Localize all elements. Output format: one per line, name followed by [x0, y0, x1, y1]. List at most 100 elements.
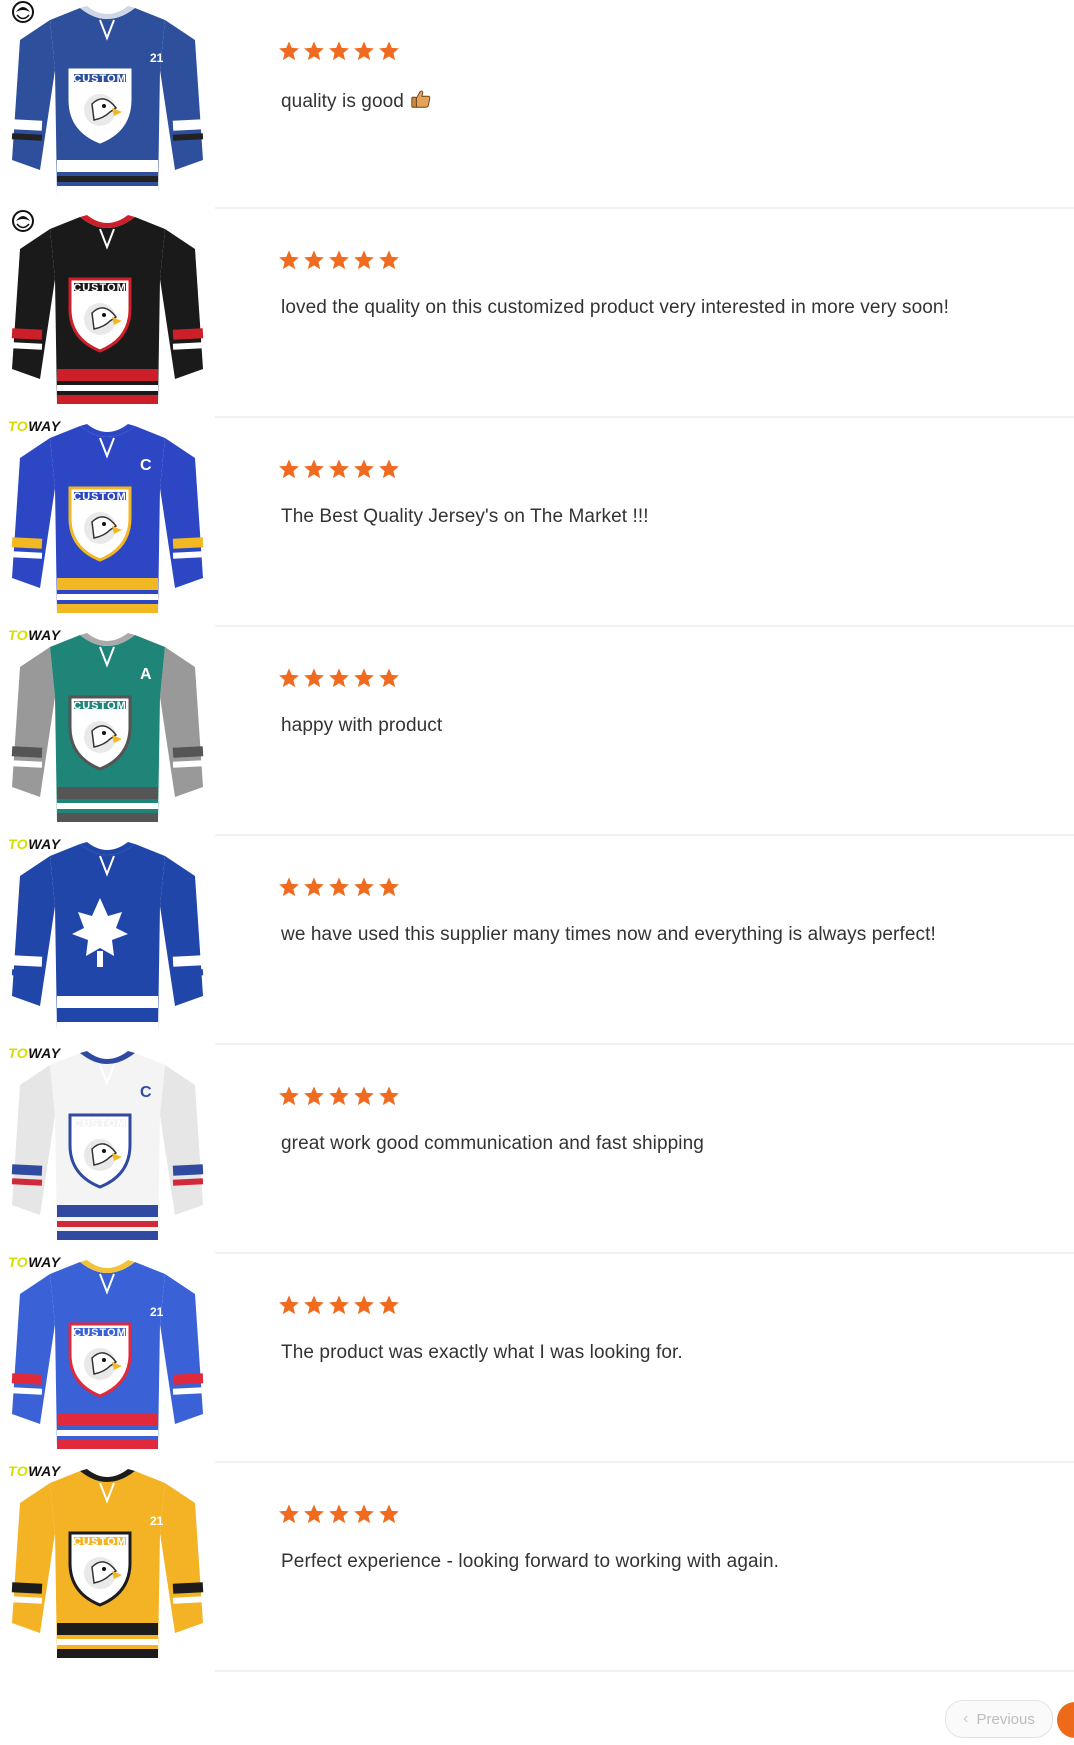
review-item: CUSTOM A TOWAY happy with product	[0, 627, 1074, 836]
thumbs-up-icon	[411, 90, 431, 108]
review-product-thumbnail[interactable]: CUSTOM	[0, 209, 215, 416]
review-text-content: Perfect experience - looking forward to …	[281, 1551, 780, 1572]
brand-logo: TOWAY	[8, 1254, 61, 1270]
review-text-content: The product was exactly what I was looki…	[281, 1342, 683, 1363]
next-page-button[interactable]	[1057, 1702, 1074, 1738]
svg-text:21: 21	[150, 1514, 164, 1528]
jersey-image: CUSTOM C	[11, 1051, 204, 1240]
star-icon	[379, 250, 399, 270]
svg-text:CUSTOM: CUSTOM	[73, 1536, 126, 1548]
review-item: CUSTOM 21 TOWAY Perfect experience - lookin…	[0, 1463, 1074, 1672]
star-icon	[279, 1504, 299, 1524]
brand-logo: TOWAY	[8, 418, 61, 434]
star-icon	[329, 41, 349, 61]
review-product-thumbnail[interactable]: CUSTOM 21 TOWAY	[0, 1254, 215, 1461]
review-text: quality is good	[281, 88, 432, 113]
review-text-content: we have used this supplier many times no…	[281, 924, 936, 945]
star-icon	[279, 1086, 299, 1106]
pagination: ‹ Previous	[945, 1700, 1074, 1745]
star-icon	[304, 877, 324, 897]
star-rating	[278, 458, 400, 480]
review-product-thumbnail[interactable]: CUSTOM C TOWAY	[0, 1045, 215, 1252]
star-icon	[329, 1086, 349, 1106]
svg-text:CUSTOM: CUSTOM	[73, 491, 126, 503]
star-icon	[379, 1504, 399, 1524]
previous-label: Previous	[976, 1710, 1035, 1728]
star-icon	[304, 668, 324, 688]
review-product-thumbnail[interactable]: CUSTOM A TOWAY	[0, 627, 215, 834]
review-text: loved the quality on this customized pro…	[281, 297, 949, 319]
star-icon	[304, 41, 324, 61]
star-icon	[279, 459, 299, 479]
star-rating	[278, 249, 400, 271]
jersey-image: CUSTOM C	[11, 424, 204, 613]
review-text: The Best Quality Jersey's on The Market …	[281, 506, 649, 528]
svg-text:21: 21	[150, 51, 164, 65]
star-icon	[354, 668, 374, 688]
star-icon	[329, 250, 349, 270]
previous-button[interactable]: ‹ Previous	[945, 1700, 1053, 1738]
svg-text:C: C	[140, 1084, 152, 1101]
star-icon	[354, 41, 374, 61]
star-icon	[354, 459, 374, 479]
review-item: CUSTOM loved the quality on this customiz…	[0, 209, 1074, 418]
review-text: Perfect experience - looking forward to …	[281, 1551, 779, 1573]
star-icon	[304, 1504, 324, 1524]
review-text: we have used this supplier many times no…	[281, 924, 936, 946]
review-item: CUSTOM 21 quality is good	[0, 0, 1074, 209]
jersey-image: CUSTOM A	[11, 633, 204, 822]
star-icon	[279, 250, 299, 270]
star-icon	[379, 877, 399, 897]
star-icon	[279, 1295, 299, 1315]
review-item: CUSTOM C TOWAY great work good communicatio…	[0, 1045, 1074, 1254]
jersey-image: CUSTOM 21	[11, 1260, 204, 1449]
star-icon	[379, 1086, 399, 1106]
brand-logo-icon	[11, 209, 35, 233]
svg-text:CUSTOM: CUSTOM	[73, 282, 126, 294]
review-text-content: The Best Quality Jersey's on The Market …	[281, 506, 649, 527]
review-text-content: loved the quality on this customized pro…	[281, 297, 949, 318]
brand-logo: TOWAY	[8, 836, 61, 852]
review-text-content: quality is good	[281, 91, 404, 112]
star-icon	[329, 1504, 349, 1524]
star-rating	[278, 1503, 400, 1525]
svg-text:CUSTOM: CUSTOM	[73, 1327, 126, 1339]
review-item: CUSTOM C TOWAY The Best Quality Jersey's on…	[0, 418, 1074, 627]
star-icon	[354, 1086, 374, 1106]
divider	[215, 1670, 1074, 1672]
review-product-thumbnail[interactable]: TOWAY	[0, 836, 215, 1043]
star-icon	[329, 877, 349, 897]
svg-text:CUSTOM: CUSTOM	[73, 73, 126, 85]
svg-text:CUSTOM: CUSTOM	[73, 1118, 126, 1130]
star-icon	[354, 1504, 374, 1524]
review-text-content: great work good communication and fast s…	[281, 1133, 704, 1154]
star-icon	[379, 41, 399, 61]
review-product-thumbnail[interactable]: CUSTOM C TOWAY	[0, 418, 215, 625]
star-icon	[329, 1295, 349, 1315]
review-text: great work good communication and fast s…	[281, 1133, 704, 1155]
review-text: The product was exactly what I was looki…	[281, 1342, 683, 1364]
brand-logo-icon	[11, 0, 35, 24]
svg-text:CUSTOM: CUSTOM	[73, 700, 126, 712]
star-icon	[379, 1295, 399, 1315]
star-rating	[278, 40, 400, 62]
star-rating	[278, 1085, 400, 1107]
review-product-thumbnail[interactable]: CUSTOM 21	[0, 0, 215, 207]
star-rating	[278, 876, 400, 898]
star-icon	[304, 1295, 324, 1315]
review-product-thumbnail[interactable]: CUSTOM 21 TOWAY	[0, 1463, 215, 1670]
star-icon	[304, 1086, 324, 1106]
jersey-image: CUSTOM	[11, 215, 204, 404]
svg-text:C: C	[140, 457, 152, 474]
star-icon	[329, 459, 349, 479]
brand-logo: TOWAY	[8, 627, 61, 643]
star-icon	[379, 459, 399, 479]
star-rating	[278, 1294, 400, 1316]
star-icon	[354, 250, 374, 270]
star-icon	[379, 668, 399, 688]
star-icon	[354, 1295, 374, 1315]
jersey-image	[11, 842, 204, 1031]
review-text: happy with product	[281, 715, 442, 737]
star-icon	[304, 459, 324, 479]
star-icon	[304, 250, 324, 270]
